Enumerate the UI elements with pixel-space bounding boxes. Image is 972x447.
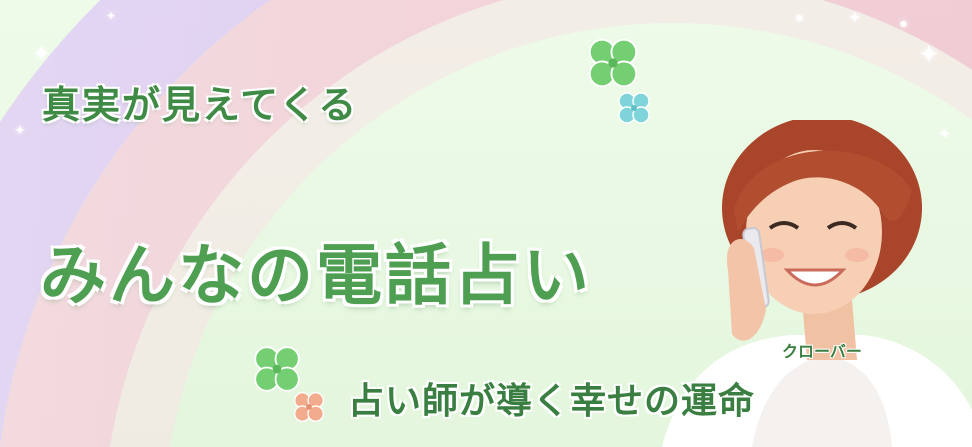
- service-title: みんなの電話占い: [40, 237, 592, 314]
- clover-icon: [588, 38, 638, 88]
- sparkle-icon: ✦: [106, 9, 117, 23]
- sparkle-icon: ●: [900, 19, 907, 28]
- sparkle-icon: ✦: [918, 40, 940, 70]
- hero-banner: ✦ ✦ ✦ ✦ ✦ ● ● ✦ 真実が見えてくる みんなの電話占い クローバー …: [0, 0, 972, 447]
- clover-icon: [294, 392, 324, 422]
- sparkle-icon: ✦: [848, 8, 862, 27]
- tagline-text: 占い師が導く幸せの運命: [348, 381, 756, 422]
- ruby-annotation: クローバー: [782, 342, 862, 361]
- headline-text: 真実が見えてくる: [42, 83, 359, 127]
- sparkle-icon: ✦: [14, 123, 26, 139]
- sparkle-icon: ✦: [32, 42, 51, 67]
- sparkle-icon: ●: [796, 13, 803, 22]
